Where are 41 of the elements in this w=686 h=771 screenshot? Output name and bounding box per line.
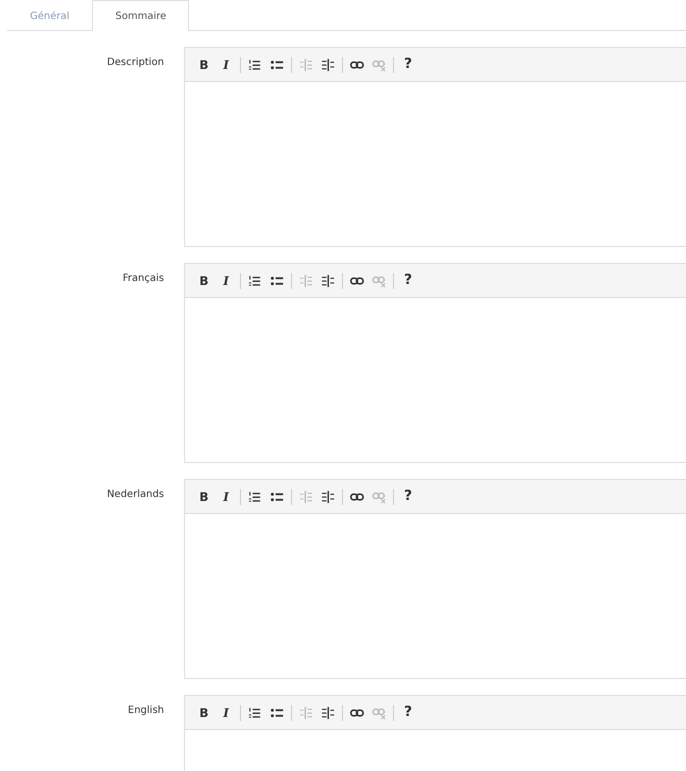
numbered-list-icon: [248, 58, 262, 72]
numbered-list-icon: [248, 274, 262, 288]
outdent-icon: [299, 490, 313, 504]
italic-button[interactable]: I: [215, 54, 237, 76]
outdent-icon: [299, 706, 313, 720]
rich-text-editor[interactable]: B I ?: [184, 47, 686, 247]
italic-button[interactable]: I: [215, 486, 237, 508]
rich-text-editor[interactable]: B I ?: [184, 479, 686, 679]
indent-icon: [321, 490, 335, 504]
numbered-list-icon: [248, 490, 262, 504]
bullet-list-icon: [270, 58, 284, 72]
bold-button[interactable]: B: [193, 702, 215, 724]
rich-text-editor[interactable]: B I ?: [184, 695, 686, 771]
bullet-list-icon: [270, 706, 284, 720]
rich-text-editor[interactable]: B I ?: [184, 263, 686, 463]
help-button[interactable]: ?: [397, 702, 419, 724]
unlink-icon: [372, 706, 386, 720]
help-button[interactable]: ?: [397, 486, 419, 508]
numbered-list-icon: [248, 706, 262, 720]
field-label: Français: [122, 273, 164, 284]
indent-icon: [321, 58, 335, 72]
bullet-list-icon: [270, 274, 284, 288]
unlink-icon: [372, 490, 386, 504]
field-label: English: [128, 705, 164, 716]
bold-button[interactable]: B: [193, 270, 215, 292]
help-button[interactable]: ?: [397, 270, 419, 292]
help-button[interactable]: ?: [397, 54, 419, 76]
bold-button[interactable]: B: [193, 54, 215, 76]
italic-button[interactable]: I: [215, 270, 237, 292]
italic-button[interactable]: I: [215, 702, 237, 724]
field-label: Nederlands: [106, 489, 164, 500]
outdent-icon: [299, 58, 313, 72]
unlink-icon: [372, 58, 386, 72]
field-label: Description: [107, 57, 164, 68]
bullet-list-icon: [270, 490, 284, 504]
unlink-icon: [372, 274, 386, 288]
bold-button[interactable]: B: [193, 486, 215, 508]
tab[interactable]: Sommaire: [92, 0, 190, 31]
outdent-icon: [299, 274, 313, 288]
indent-icon: [321, 706, 335, 720]
indent-icon: [321, 274, 335, 288]
